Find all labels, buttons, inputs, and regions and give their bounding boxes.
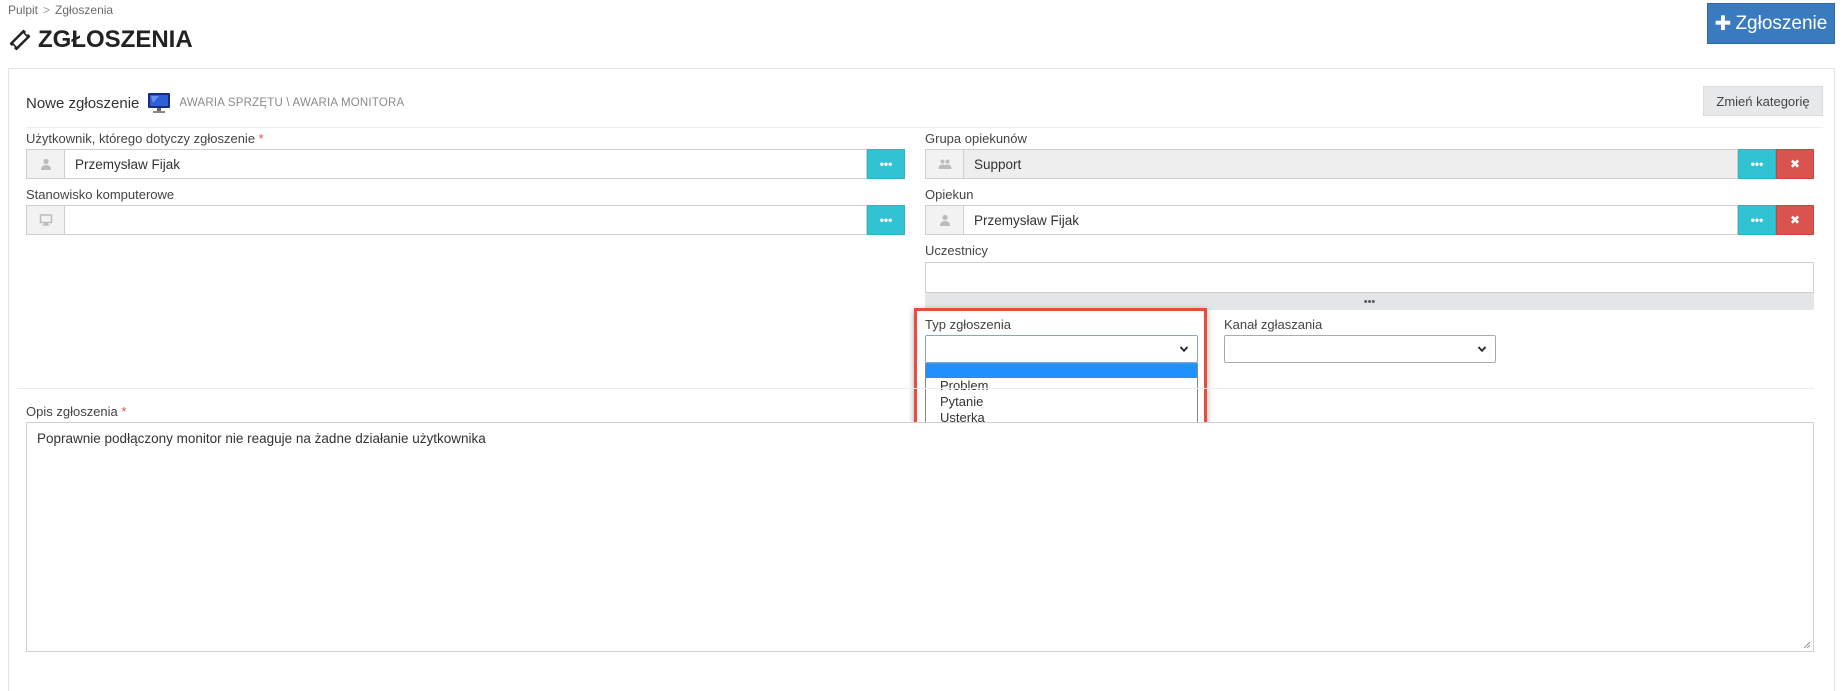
support-group-input-group: Support ••• ✖	[925, 149, 1814, 179]
description-text: Poprawnie podłączony monitor nie reaguje…	[37, 431, 486, 446]
support-group-label: Grupa opiekunów	[925, 131, 1027, 146]
user-field[interactable]: Przemysław Fijak	[64, 149, 867, 179]
form-title: Nowe zgłoszenie AWARIA SPRZĘTU \ AWARIA …	[26, 91, 404, 115]
description-label: Opis zgłoszenia *	[26, 404, 126, 419]
required-mark: *	[258, 131, 264, 146]
form-header: Nowe zgłoszenie AWARIA SPRZĘTU \ AWARIA …	[9, 69, 1834, 127]
assignee-select-button[interactable]: •••	[1738, 205, 1776, 235]
assignee-clear-button[interactable]: ✖	[1776, 205, 1814, 235]
assignee-label: Opiekun	[925, 187, 974, 202]
user-label: Użytkownik, którego dotyczy zgłoszenie *	[26, 131, 264, 146]
chevron-down-icon	[1477, 346, 1487, 353]
users-icon	[938, 159, 951, 169]
participants-label: Uczestnicy	[925, 243, 988, 258]
breadcrumb-separator: >	[43, 3, 51, 17]
assignee-input-group: Przemysław Fijak ••• ✖	[925, 205, 1814, 235]
description-textarea[interactable]: Poprawnie podłączony monitor nie reaguje…	[26, 422, 1814, 652]
page-title-text: ZGŁOSZENIA	[38, 26, 193, 53]
resize-grip-icon[interactable]	[1801, 639, 1811, 649]
workstation-input-group: •••	[26, 205, 905, 235]
breadcrumb: Pulpit > Zgłoszenia	[8, 3, 113, 17]
divider	[26, 127, 1823, 128]
breadcrumb-item-pulpit[interactable]: Pulpit	[8, 3, 38, 17]
assignee-addon	[925, 205, 963, 235]
support-group-addon	[925, 149, 963, 179]
channel-select[interactable]	[1224, 335, 1496, 363]
support-group-field: Support	[963, 149, 1738, 179]
user-icon	[939, 214, 950, 226]
user-icon	[40, 158, 51, 170]
workstation-select-button[interactable]: •••	[867, 205, 905, 235]
workstation-addon	[26, 205, 64, 235]
desktop-icon	[39, 214, 52, 226]
change-category-button[interactable]: Zmień kategorię	[1703, 86, 1823, 116]
category-path: AWARIA SPRZĘTU \ AWARIA MONITORA	[179, 97, 405, 109]
user-addon	[26, 149, 64, 179]
channel-label: Kanał zgłaszania	[1224, 317, 1323, 332]
new-ticket-label: Zgłoszenie	[1735, 12, 1828, 34]
participants-field[interactable]	[925, 262, 1814, 293]
assignee-field[interactable]: Przemysław Fijak	[963, 205, 1738, 235]
new-ticket-button[interactable]: ✚ Zgłoszenie	[1707, 3, 1835, 44]
form-title-text: Nowe zgłoszenie	[26, 94, 140, 112]
breadcrumb-item-zgloszenia[interactable]: Zgłoszenia	[55, 3, 113, 17]
page-title: ZGŁOSZENIA	[8, 26, 193, 54]
user-select-button[interactable]: •••	[867, 149, 905, 179]
monitor-icon	[148, 93, 171, 113]
description-label-text: Opis zgłoszenia	[26, 404, 118, 419]
divider	[17, 388, 1814, 389]
workstation-label: Stanowisko komputerowe	[26, 187, 175, 202]
support-group-clear-button[interactable]: ✖	[1776, 149, 1814, 179]
user-label-text: Użytkownik, którego dotyczy zgłoszenie	[26, 131, 256, 146]
user-input-group: Przemysław Fijak •••	[26, 149, 905, 179]
support-group-select-button[interactable]: •••	[1738, 149, 1776, 179]
required-mark: *	[121, 404, 127, 419]
plus-icon: ✚	[1714, 13, 1732, 35]
workstation-field[interactable]	[64, 205, 867, 235]
ticket-icon	[9, 29, 31, 51]
